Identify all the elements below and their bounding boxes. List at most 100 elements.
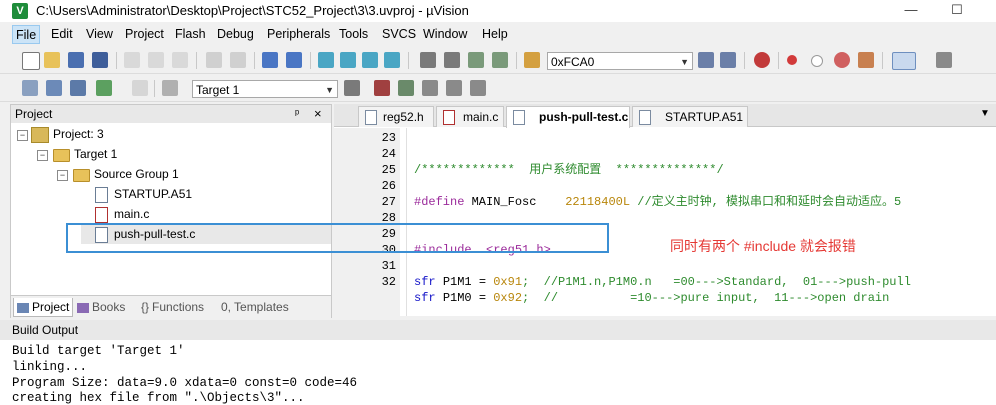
minimize-button[interactable]: —: [888, 0, 934, 22]
rebuild-icon[interactable]: [70, 80, 86, 96]
stop-build-icon[interactable]: [132, 80, 148, 96]
tree-source-group[interactable]: Source Group 1: [94, 165, 179, 183]
tab-list-dropdown-icon[interactable]: ▼: [980, 108, 990, 119]
tree-file-main[interactable]: main.c: [114, 205, 149, 223]
file-extensions-icon[interactable]: [374, 80, 390, 96]
code-text: /************* 用户系统配置 **************/: [414, 163, 724, 177]
menu-edit[interactable]: Edit: [48, 27, 76, 41]
menu-tools[interactable]: Tools: [336, 27, 371, 41]
build-output-header: Build Output: [0, 320, 996, 340]
new-file-icon[interactable]: [22, 52, 40, 70]
navigate-back-icon[interactable]: [262, 52, 278, 68]
collapse-target-icon[interactable]: −: [37, 150, 48, 161]
pin-icon[interactable]: ᵖ: [295, 105, 299, 123]
unindent-icon[interactable]: [444, 52, 460, 68]
tab-project[interactable]: Project: [13, 298, 73, 317]
load-icon[interactable]: [162, 80, 178, 96]
menu-peripherals[interactable]: Peripherals: [264, 27, 333, 41]
find-in-files-icon[interactable]: [524, 52, 540, 68]
translate-icon[interactable]: [22, 80, 38, 96]
manage-components-icon[interactable]: [398, 80, 414, 96]
tab-push-pull-test-c[interactable]: push-pull-test.c: [506, 106, 630, 128]
code-line: 32 sfr P1M0 = 0x92; // =10--->pure input…: [334, 274, 890, 305]
next-bookmark-icon[interactable]: [362, 52, 378, 68]
navigate-forward-icon[interactable]: [286, 52, 302, 68]
redo-icon[interactable]: [230, 52, 246, 68]
code-area[interactable]: 23 24 /************* 用户系统配置 ************…: [334, 128, 996, 316]
error-annotation: 同时有两个 #include 就会报错: [670, 238, 856, 254]
save-all-icon[interactable]: [92, 52, 108, 68]
tree-file-startup[interactable]: STARTUP.A51: [114, 185, 192, 203]
target-value: Target 1: [196, 83, 240, 97]
menu-debug[interactable]: Debug: [214, 27, 257, 41]
title-bar: V C:\Users\Administrator\Desktop\Project…: [0, 0, 996, 22]
incremental-find-icon[interactable]: [720, 52, 736, 68]
code-line: 26 #define MAIN_Fosc 22118400L //定义主时钟, …: [334, 178, 902, 209]
code-text: #define MAIN_Fosc 22118400L //定义主时钟, 模拟串…: [414, 195, 902, 209]
menu-view[interactable]: View: [83, 27, 116, 41]
copy-icon[interactable]: [148, 52, 164, 68]
build-output-title: Build Output: [12, 323, 79, 337]
open-folder-icon[interactable]: [44, 52, 60, 68]
c-file-error-icon: [443, 110, 455, 125]
window-layout-icon[interactable]: [892, 52, 916, 70]
prev-bookmark-icon[interactable]: [340, 52, 356, 68]
software-packs-icon[interactable]: [470, 80, 486, 96]
tab-main-c[interactable]: main.c: [436, 106, 504, 127]
group-folder-icon: [73, 169, 90, 182]
target-select[interactable]: Target 1 ▼: [192, 80, 338, 98]
close-icon[interactable]: ×: [314, 105, 322, 123]
code-text: sfr P1M0 = 0x92; // =10--->pure input, 1…: [414, 291, 890, 305]
line-number: 23: [381, 131, 396, 145]
menu-window[interactable]: Window: [420, 27, 470, 41]
tab-templates-label: Templates: [234, 300, 289, 314]
target-options-icon[interactable]: [344, 80, 360, 96]
uncomment-icon[interactable]: [492, 52, 508, 68]
paste-icon[interactable]: [172, 52, 188, 68]
project-panel-header: Project ᵖ ×: [11, 105, 331, 123]
annotation-highlight-box: [66, 223, 609, 253]
clear-bookmarks-icon[interactable]: [384, 52, 400, 68]
enable-breakpoint-icon[interactable]: [811, 55, 823, 67]
collapse-group-icon[interactable]: −: [57, 170, 68, 181]
menu-help[interactable]: Help: [479, 27, 511, 41]
books-icon: [77, 302, 89, 313]
tab-templates[interactable]: 0, Templates: [221, 298, 289, 316]
code-line: 24 /************* 用户系统配置 **************/: [334, 146, 724, 177]
menu-svcs[interactable]: SVCS: [379, 27, 419, 41]
address-combo[interactable]: 0xFCA0 ▼: [547, 52, 693, 70]
download-icon[interactable]: [96, 80, 112, 96]
save-icon[interactable]: [68, 52, 84, 68]
kill-breakpoints-icon[interactable]: [858, 52, 874, 68]
code-text: sfr P1M1 = 0x91; //P1M1.n,P1M0.n =00--->…: [414, 275, 911, 289]
tab-reg52-h[interactable]: reg52.h: [358, 106, 434, 127]
comment-icon[interactable]: [468, 52, 484, 68]
maximize-button[interactable]: ☐: [934, 0, 980, 22]
tab-startup-a51[interactable]: STARTUP.A51: [632, 106, 748, 127]
pack-installer-icon[interactable]: [446, 80, 462, 96]
tab-books[interactable]: Books: [77, 298, 125, 316]
build-icon[interactable]: [46, 80, 62, 96]
find-icon[interactable]: [698, 52, 714, 68]
build-output-line: Program Size: data=9.0 xdata=0 const=0 c…: [12, 376, 358, 390]
asm-file-icon: [639, 110, 651, 125]
collapse-project-icon[interactable]: −: [17, 130, 28, 141]
chevron-down-icon: ▼: [325, 85, 334, 95]
asm-file-icon: [95, 187, 108, 203]
tree-project-root[interactable]: Project: 3: [53, 125, 104, 143]
tree-target[interactable]: Target 1: [74, 145, 117, 163]
menu-bar: File Edit View Project Flash Debug Perip…: [0, 24, 996, 46]
tab-functions[interactable]: {} Functions: [141, 298, 204, 316]
select-packs-icon[interactable]: [422, 80, 438, 96]
configure-icon[interactable]: [936, 52, 952, 68]
menu-project[interactable]: Project: [122, 27, 167, 41]
cut-icon[interactable]: [124, 52, 140, 68]
menu-file[interactable]: File: [12, 25, 41, 44]
debug-session-icon[interactable]: [754, 52, 770, 68]
undo-icon[interactable]: [206, 52, 222, 68]
indent-icon[interactable]: [420, 52, 436, 68]
insert-breakpoint-icon[interactable]: [787, 55, 797, 65]
menu-flash[interactable]: Flash: [172, 27, 209, 41]
bookmark-icon[interactable]: [318, 52, 334, 68]
disable-breakpoints-icon[interactable]: [834, 52, 850, 68]
